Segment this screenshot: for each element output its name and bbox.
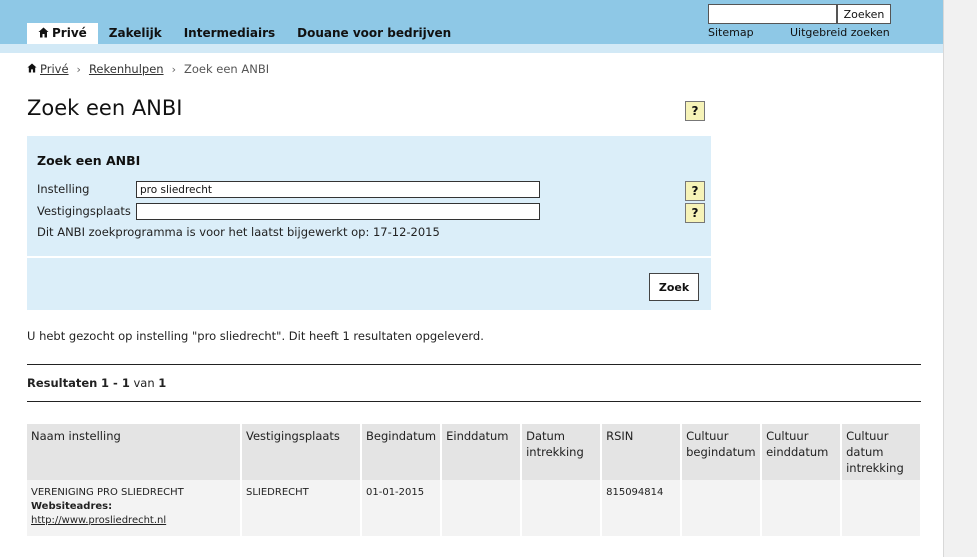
column-header: Datum intrekking — [522, 424, 601, 480]
nav-tab-prive[interactable]: Privé — [27, 23, 98, 44]
cell-datum-intrekking — [522, 480, 601, 536]
results-total: 1 — [158, 376, 167, 390]
breadcrumb-current: Zoek een ANBI — [183, 62, 270, 76]
page-edge — [943, 0, 977, 557]
table-header-row: Naam instelling Vestigingsplaats Beginda… — [27, 424, 921, 480]
table-row: VERENIGING PRO SLIEDRECHT Websiteadres: … — [27, 480, 921, 536]
results-of: van — [133, 376, 155, 390]
divider — [27, 401, 921, 402]
column-header: Cultuur begindatum — [682, 424, 761, 480]
breadcrumb-separator-icon: › — [76, 62, 81, 76]
website-label: Websiteadres: — [31, 501, 113, 512]
breadcrumb: Privé › Rekenhulpen › Zoek een ANBI — [27, 62, 269, 76]
instelling-label: Instelling — [37, 182, 90, 196]
site-search-button[interactable]: Zoeken — [837, 4, 891, 24]
results-table: Naam instelling Vestigingsplaats Beginda… — [25, 424, 922, 536]
home-icon — [38, 27, 49, 41]
advanced-search-link[interactable]: Uitgebreid zoeken — [790, 26, 890, 39]
nav-tab-zakelijk[interactable]: Zakelijk — [98, 23, 173, 44]
search-submit-button[interactable]: Zoek — [649, 273, 699, 301]
breadcrumb-separator-icon: › — [171, 62, 176, 76]
page-title: Zoek een ANBI — [27, 96, 183, 120]
organisation-name: VERENIGING PRO SLIEDRECHT — [31, 487, 184, 498]
column-header: RSIN — [602, 424, 681, 480]
column-header: Cultuur datum intrekking — [842, 424, 921, 480]
vestigingsplaats-help-button[interactable]: ? — [685, 203, 705, 223]
breadcrumb-link-prive[interactable]: Privé — [40, 62, 69, 76]
column-header: Vestigingsplaats — [242, 424, 360, 480]
breadcrumb-home-icon — [27, 62, 37, 76]
page-help-button[interactable]: ? — [685, 101, 705, 121]
nav-tab-intermediairs[interactable]: Intermediairs — [173, 23, 286, 44]
cell-vestigingsplaats: SLIEDRECHT — [242, 480, 360, 536]
main-nav: Privé Zakelijk Intermediairs Douane voor… — [27, 23, 462, 44]
cell-begindatum: 01-01-2015 — [362, 480, 441, 536]
nav-tab-label: Zakelijk — [108, 26, 162, 40]
instelling-input[interactable] — [136, 181, 540, 198]
results-range: 1 - 1 — [101, 376, 130, 390]
search-form-actions — [27, 258, 711, 310]
cell-cultuur-einddatum — [762, 480, 841, 536]
breadcrumb-link-rekenhulpen[interactable]: Rekenhulpen — [89, 62, 164, 76]
form-heading: Zoek een ANBI — [37, 153, 141, 168]
column-header: Cultuur einddatum — [762, 424, 841, 480]
cell-naam: VERENIGING PRO SLIEDRECHT Websiteadres: … — [27, 480, 240, 536]
results-count: Resultaten 1 - 1 van 1 — [27, 376, 166, 390]
search-summary: U hebt gezocht op instelling "pro sliedr… — [27, 329, 484, 343]
instelling-help-button[interactable]: ? — [685, 181, 705, 201]
vestigingsplaats-input[interactable] — [136, 203, 540, 220]
website-link[interactable]: http://www.prosliedrecht.nl — [31, 515, 166, 526]
column-header: Naam instelling — [27, 424, 240, 480]
nav-tab-douane[interactable]: Douane voor bedrijven — [286, 23, 462, 44]
cell-cultuur-datum-intrekking — [842, 480, 921, 536]
nav-tab-label: Douane voor bedrijven — [297, 26, 452, 40]
vestigingsplaats-label: Vestigingsplaats — [37, 204, 131, 218]
divider — [27, 364, 921, 365]
top-sub-bar — [0, 44, 943, 53]
results-prefix: Resultaten — [27, 376, 98, 390]
column-header: Begindatum — [362, 424, 441, 480]
cell-cultuur-begindatum — [682, 480, 761, 536]
nav-tab-label: Privé — [52, 26, 87, 40]
column-header: Einddatum — [442, 424, 521, 480]
sitemap-link[interactable]: Sitemap — [708, 26, 754, 39]
last-updated-note: Dit ANBI zoekprogramma is voor het laats… — [37, 225, 440, 239]
nav-tab-label: Intermediairs — [183, 26, 276, 40]
cell-einddatum — [442, 480, 521, 536]
site-search-input[interactable] — [708, 4, 837, 24]
cell-rsin: 815094814 — [602, 480, 681, 536]
